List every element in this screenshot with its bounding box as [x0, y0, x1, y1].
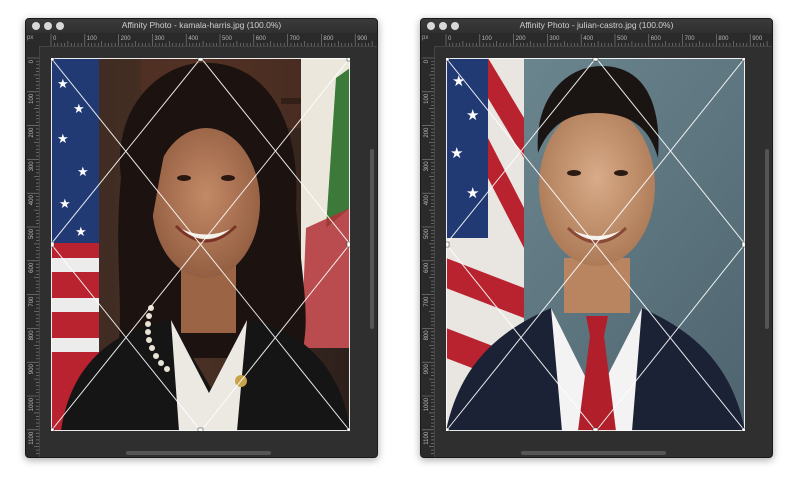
ruler-tick-label: 200	[29, 127, 35, 138]
horizontal-ruler[interactable]: 0 100 200 300 400 500 600 700 800 900	[434, 33, 772, 47]
ruler-corner[interactable]: px	[421, 33, 435, 47]
ruler-tick-label: 300	[424, 161, 430, 172]
ruler-unit-label: px	[27, 35, 34, 41]
ruler-tick-label: 400	[29, 195, 35, 206]
ruler-tick-label: 800	[718, 36, 729, 42]
ruler-tick-label: 700	[29, 296, 35, 307]
julian-castro-photo: ★ ★ ★ ★	[446, 58, 745, 431]
ruler-tick-label: 700	[424, 296, 430, 307]
ruler-tick-label: 0	[424, 59, 430, 63]
window-title: Affinity Photo - kamala-harris.jpg (100.…	[121, 20, 282, 30]
vertical-scrollbar[interactable]	[370, 149, 374, 329]
ruler-tick-label: 1000	[29, 397, 35, 411]
photo-canvas[interactable]: ★ ★ ★ ★	[446, 58, 745, 431]
vertical-ruler[interactable]: 0 100 200 300 400 500 600 700 800 900 1000 1100	[26, 46, 40, 457]
svg-text:★: ★	[466, 185, 479, 202]
ruler-tick-label: 1100	[29, 431, 35, 445]
ruler-unit-label: px	[422, 35, 429, 41]
svg-text:★: ★	[77, 164, 89, 179]
ruler-tick-label: 400	[583, 36, 594, 42]
svg-text:★: ★	[450, 145, 463, 162]
kamala-harris-photo: ★ ★ ★ ★ ★ ★	[51, 58, 350, 431]
ruler-tick-label: 200	[121, 36, 132, 42]
ruler-corner[interactable]: px	[26, 33, 40, 47]
ruler-tick-label: 100	[29, 93, 35, 104]
ruler-tick-label: 800	[424, 330, 430, 341]
ruler-tick-label: 0	[29, 59, 35, 63]
ruler-tick-label: 200	[516, 36, 527, 42]
horizontal-ruler-scale: 0 100 200 300 400 500 600 700 800 900	[445, 34, 768, 46]
svg-text:★: ★	[466, 107, 479, 124]
window-titlebar[interactable]: Affinity Photo - kamala-harris.jpg (100.…	[26, 19, 377, 34]
ruler-tick-label: 600	[424, 262, 430, 273]
ruler-tick-label: 500	[29, 228, 35, 239]
ruler-tick-label: 600	[29, 262, 35, 273]
horizontal-scrollbar[interactable]	[126, 451, 271, 455]
vertical-ruler-scale: 0 100 200 300 400 500 600 700 800 900 1000 1100	[422, 57, 434, 454]
ruler-tick-label: 100	[87, 36, 98, 42]
horizontal-ruler-scale: 0 100 200 300 400 500 600 700 800 900	[50, 34, 373, 46]
ruler-tick-label: 900	[357, 36, 368, 42]
ruler-tick-label: 900	[752, 36, 763, 42]
document-window-kamala-harris: Affinity Photo - kamala-harris.jpg (100.…	[25, 18, 378, 458]
svg-text:★: ★	[57, 131, 69, 146]
window-title: Affinity Photo - julian-castro.jpg (100.…	[519, 20, 674, 30]
ruler-tick-label: 500	[617, 36, 628, 42]
ruler-tick-label: 300	[29, 161, 35, 172]
ruler-tick-label: 300	[549, 36, 560, 42]
ruler-tick-label: 500	[222, 36, 233, 42]
vertical-scrollbar[interactable]	[765, 149, 769, 329]
ruler-tick-label: 900	[29, 364, 35, 375]
ruler-tick-label: 800	[323, 36, 334, 42]
ruler-tick-label: 800	[29, 330, 35, 341]
svg-text:★: ★	[452, 73, 465, 90]
svg-text:★: ★	[57, 76, 69, 91]
window-titlebar[interactable]: Affinity Photo - julian-castro.jpg (100.…	[421, 19, 772, 34]
ruler-tick-label: 400	[188, 36, 199, 42]
ruler-tick-label: 300	[154, 36, 165, 42]
svg-text:★: ★	[59, 196, 71, 211]
photo-canvas[interactable]: ★ ★ ★ ★ ★ ★	[51, 58, 350, 431]
ruler-tick-label: 500	[424, 228, 430, 239]
ruler-tick-label: 1000	[424, 397, 430, 411]
ruler-tick-label: 600	[651, 36, 662, 42]
ruler-tick-label: 0	[448, 36, 452, 42]
ruler-tick-label: 1100	[424, 431, 430, 445]
ruler-tick-label: 100	[482, 36, 493, 42]
ruler-tick-label: 200	[424, 127, 430, 138]
ruler-tick-label: 700	[685, 36, 696, 42]
ruler-tick-label: 400	[424, 195, 430, 206]
ruler-tick-label: 600	[256, 36, 267, 42]
horizontal-scrollbar[interactable]	[521, 451, 666, 455]
ruler-tick-label: 100	[424, 93, 430, 104]
vertical-ruler-scale: 0 100 200 300 400 500 600 700 800 900 1000 1100	[27, 57, 39, 454]
horizontal-ruler[interactable]: 0 100 200 300 400 500 600 700 800 900	[39, 33, 377, 47]
svg-text:★: ★	[75, 224, 87, 239]
document-window-julian-castro: Affinity Photo - julian-castro.jpg (100.…	[420, 18, 773, 458]
ruler-tick-label: 0	[53, 36, 57, 42]
vertical-ruler[interactable]: 0 100 200 300 400 500 600 700 800 900 1000 1100	[421, 46, 435, 457]
svg-text:★: ★	[73, 101, 85, 116]
ruler-tick-label: 700	[290, 36, 301, 42]
ruler-tick-label: 900	[424, 364, 430, 375]
